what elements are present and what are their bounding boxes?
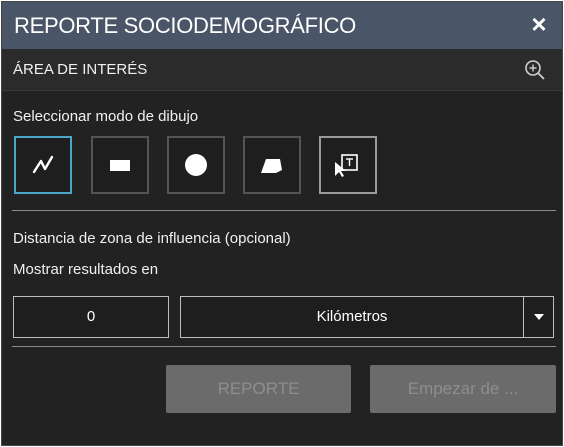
- unit-select[interactable]: Kilómetros: [180, 296, 554, 338]
- report-button[interactable]: REPORTE: [166, 365, 351, 413]
- area-of-interest-header: ÁREA DE INTERÉS: [2, 49, 562, 91]
- title-bar: REPORTE SOCIODEMOGRÁFICO ×: [2, 2, 562, 49]
- show-results-label: Mostrar resultados en: [13, 261, 159, 278]
- polyline-icon: [32, 155, 54, 174]
- circle-tool-button[interactable]: [167, 136, 225, 194]
- polygon-tool-button[interactable]: [243, 136, 301, 194]
- polyline-tool-button[interactable]: [14, 136, 72, 194]
- distance-input[interactable]: 0: [13, 296, 169, 338]
- section-divider: [12, 210, 556, 211]
- area-of-interest-label: ÁREA DE INTERÉS: [13, 61, 148, 78]
- draw-mode-label: Seleccionar modo de dibujo: [13, 108, 199, 125]
- buffer-distance-label: Distancia de zona de influencia (opciona…: [13, 230, 291, 247]
- select-feature-tool-button[interactable]: [319, 136, 377, 194]
- circle-icon: [185, 154, 207, 176]
- zoom-in-icon[interactable]: [524, 59, 546, 81]
- unit-select-value: Kilómetros: [316, 308, 388, 325]
- close-icon[interactable]: ×: [526, 10, 552, 38]
- panel-title: REPORTE SOCIODEMOGRÁFICO: [14, 13, 356, 38]
- report-panel: REPORTE SOCIODEMOGRÁFICO × ÁREA DE INTER…: [1, 1, 563, 446]
- chevron-down-icon[interactable]: [523, 297, 553, 337]
- start-over-button[interactable]: Empezar de ...: [370, 365, 556, 413]
- rectangle-tool-button[interactable]: [91, 136, 149, 194]
- actions-divider: [12, 346, 556, 347]
- polygon-icon: [261, 159, 282, 173]
- rectangle-icon: [110, 160, 130, 171]
- select-feature-icon: [335, 154, 358, 177]
